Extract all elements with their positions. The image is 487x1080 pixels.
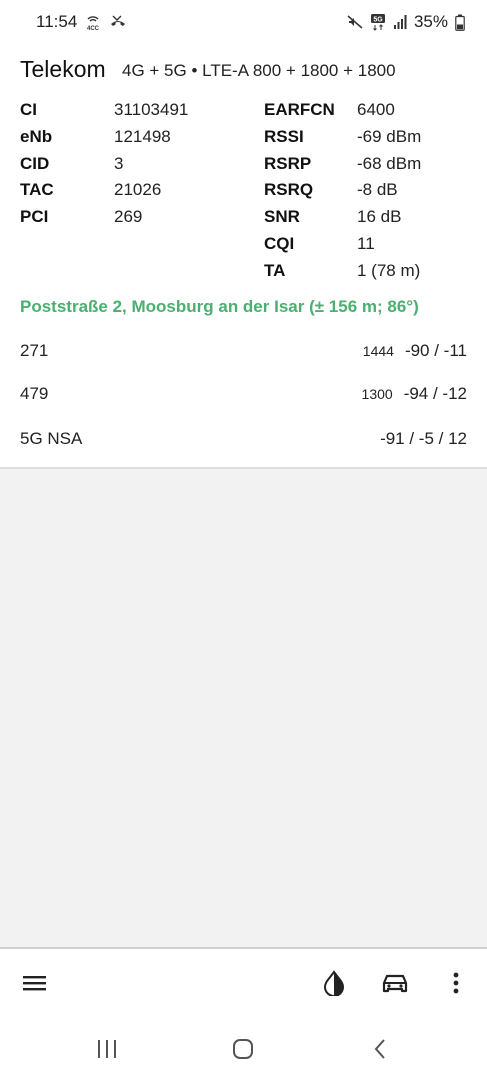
- signal-bars-icon: [393, 14, 407, 30]
- value-pci: 269: [114, 207, 143, 226]
- value-cid: 3: [114, 154, 124, 173]
- car-icon: [381, 971, 409, 1000]
- neighbor-freq: 1444: [362, 343, 394, 359]
- status-left: 11:54 4CC: [36, 12, 127, 32]
- neighbor-row: 271 1444 -90 / -11: [20, 341, 467, 365]
- label-earfcn: EARFCN: [264, 100, 335, 119]
- label-pci: PCI: [20, 207, 49, 226]
- label-cqi: CQI: [264, 234, 295, 253]
- value-cqi: 11: [357, 234, 375, 253]
- svg-text:4CC: 4CC: [87, 26, 100, 31]
- 5g-data-icon: 5G: [370, 13, 386, 31]
- battery-percent: 35%: [413, 12, 448, 31]
- neighbor-id: 479: [20, 384, 49, 403]
- menu-button[interactable]: [17, 967, 53, 1003]
- neighbor-right: 1300 -94 / -12: [362, 384, 467, 404]
- status-right: 5G 35%: [347, 12, 465, 32]
- label-snr: SNR: [264, 207, 300, 226]
- operator-name: Telekom: [20, 56, 106, 82]
- operator-technology: 4G + 5G • LTE-A 800 + 1800 + 1800: [122, 61, 396, 80]
- status-bar: 11:54 4CC 5G 35%: [0, 0, 487, 44]
- location-text[interactable]: Poststraße 2, Moosburg an der Isar (± 15…: [20, 297, 419, 317]
- more-options-button[interactable]: [438, 967, 474, 1003]
- neighbor-freq: 1300: [361, 386, 393, 402]
- value-tac: 21026: [114, 180, 162, 199]
- label-tac: TAC: [20, 180, 54, 199]
- label-rssi: RSSI: [264, 127, 304, 146]
- neighbor-signal: -94 / -12: [403, 384, 467, 403]
- value-snr: 16 dB: [357, 207, 402, 226]
- bottom-app-bar: [0, 947, 487, 1023]
- neighbor-signal: -90 / -11: [404, 341, 467, 360]
- value-rsrq: -8 dB: [357, 180, 398, 199]
- system-nav-bar: [0, 1023, 487, 1080]
- label-rsrp: RSRP: [264, 154, 312, 173]
- value-earfcn: 6400: [357, 100, 395, 119]
- back-icon: [373, 1038, 387, 1065]
- value-rssi: -69 dBm: [357, 127, 422, 146]
- value-rsrp: -68 dBm: [357, 154, 422, 173]
- neighbor-right: 1444 -90 / -11: [363, 341, 467, 361]
- value-ta: 1 (78 m): [357, 261, 421, 280]
- label-cid: CID: [20, 154, 50, 173]
- neighbor-right: -91 / -5 / 12: [369, 429, 467, 449]
- label-enb: eNb: [20, 127, 53, 146]
- more-vert-icon: [452, 971, 460, 1000]
- label-ci: CI: [20, 100, 37, 119]
- battery-icon: [455, 14, 465, 31]
- value-ci: 31103491: [114, 100, 189, 119]
- theme-button[interactable]: [316, 967, 352, 1003]
- value-enb: 121498: [114, 127, 171, 146]
- label-rsrq: RSRQ: [264, 180, 314, 199]
- home-button[interactable]: [221, 1033, 265, 1069]
- status-time: 11:54: [36, 12, 78, 31]
- 4cc-signal-icon: 4CC: [84, 13, 102, 31]
- drive-mode-button[interactable]: [377, 967, 413, 1003]
- neighbor-row: 479 1300 -94 / -12: [20, 384, 467, 408]
- home-icon: [232, 1038, 254, 1065]
- neighbor-row: 5G NSA -91 / -5 / 12: [20, 429, 467, 453]
- recent-apps-icon: [96, 1039, 118, 1064]
- neighbor-signal: -91 / -5 / 12: [380, 429, 467, 448]
- theme-contrast-icon: [322, 969, 346, 1001]
- missed-call-icon: [109, 13, 127, 31]
- mute-icon: [347, 14, 363, 30]
- label-ta: TA: [264, 261, 286, 280]
- menu-icon: [22, 973, 48, 998]
- neighbor-id: 271: [20, 341, 49, 360]
- svg-text:5G: 5G: [373, 17, 383, 24]
- recent-apps-button[interactable]: [85, 1033, 129, 1069]
- neighbor-id: 5G NSA: [20, 429, 83, 448]
- cell-info-card: Telekom 4G + 5G • LTE-A 800 + 1800 + 180…: [0, 44, 487, 469]
- back-button[interactable]: [358, 1033, 402, 1069]
